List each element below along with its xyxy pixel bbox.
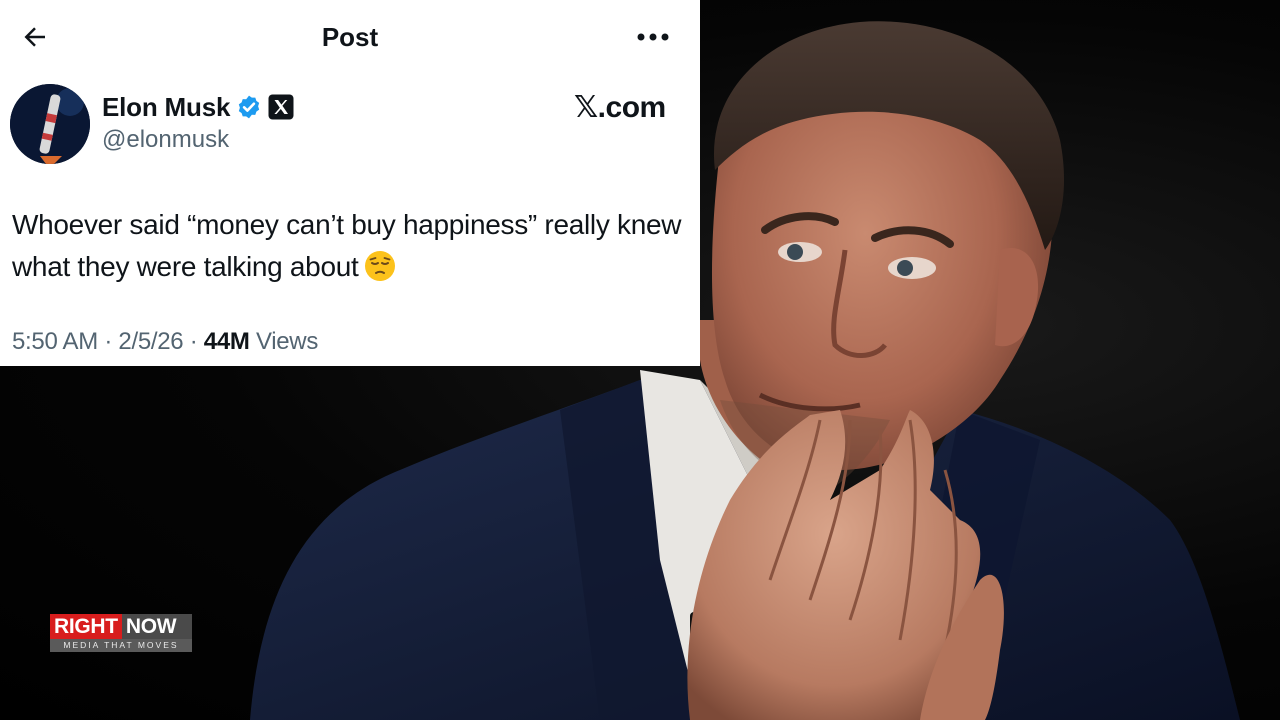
more-horizontal-icon bbox=[637, 33, 669, 41]
more-options-button[interactable] bbox=[630, 20, 676, 54]
tweet-metadata: 5:50 AM · 2/5/26 · 44M Views bbox=[12, 328, 318, 356]
meta-separator: · bbox=[97, 328, 119, 355]
post-time[interactable]: 5:50 AM bbox=[12, 328, 98, 356]
avatar[interactable] bbox=[10, 84, 90, 164]
post-header: Post bbox=[0, 0, 700, 72]
author-name-row: Elon Musk bbox=[102, 90, 294, 124]
author-handle[interactable]: @elonmusk bbox=[102, 126, 229, 154]
page-title: Post bbox=[321, 22, 379, 52]
screenshot-stage: Post Elon Musk @elonmusk 𝕏.com Whoever s… bbox=[0, 0, 1280, 720]
source-label: 𝕏.com bbox=[574, 91, 666, 124]
post-date[interactable]: 2/5/26 bbox=[118, 328, 183, 356]
views-count[interactable]: 44M bbox=[204, 328, 250, 356]
tweet-body: Whoever said “money can’t buy happiness”… bbox=[12, 204, 682, 294]
avatar-rocket-image bbox=[10, 84, 90, 164]
tweet-text: Whoever said “money can’t buy happiness”… bbox=[12, 209, 682, 282]
views-label: Views bbox=[249, 328, 319, 355]
logo-word-now: NOW bbox=[121, 614, 192, 639]
tweet-card: Post Elon Musk @elonmusk 𝕏.com Whoever s… bbox=[0, 0, 700, 366]
x-logo-icon bbox=[268, 94, 294, 120]
meta-separator: · bbox=[183, 328, 204, 355]
logo-wordmark: RIGHT NOW bbox=[50, 614, 192, 639]
logo-tagline: MEDIA THAT MOVES bbox=[50, 639, 192, 652]
right-now-logo: RIGHT NOW MEDIA THAT MOVES bbox=[50, 614, 192, 652]
pensive-face-emoji-icon bbox=[364, 250, 396, 294]
author-display-name[interactable]: Elon Musk bbox=[102, 92, 230, 123]
verified-badge-icon bbox=[236, 94, 262, 120]
logo-word-right: RIGHT bbox=[50, 614, 122, 639]
